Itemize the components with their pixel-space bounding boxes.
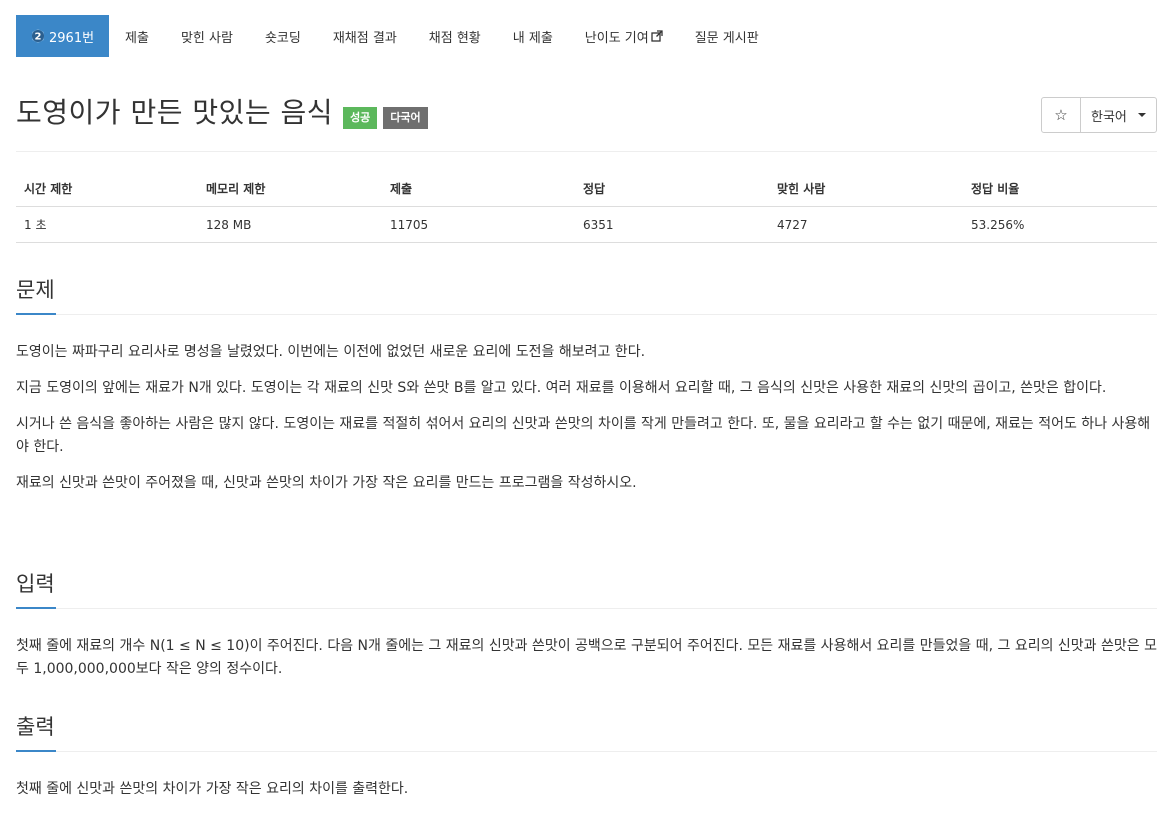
language-label: 한국어 <box>1091 109 1127 125</box>
section-divider <box>16 314 1157 315</box>
problem-action-buttons: ☆ 한국어 <box>1041 97 1157 133</box>
output-section: 출력 첫째 줄에 신맛과 쓴맛의 차이가 가장 작은 요리의 차이를 출력한다. <box>16 712 1157 801</box>
section-divider <box>16 751 1157 752</box>
multilingual-badge: 다국어 <box>383 107 428 129</box>
section-accent-underline <box>16 607 56 609</box>
section-title: 문제 <box>16 278 55 302</box>
solved-status-badge: 성공 <box>343 107 378 129</box>
problem-page: 2 2961번 제출 맞힌 사람 숏코딩 재채점 결과 채점 현황 내 제출 난… <box>0 0 1173 813</box>
problem-description-section: 문제 도영이는 짜파구리 요리사로 명성을 날렸었다. 이번에는 이전에 없었던… <box>16 275 1157 495</box>
input-section: 입력 첫째 줄에 재료의 개수 N(1 ≤ N ≤ 10)이 주어진다. 다음 … <box>16 569 1157 681</box>
memory-limit-value: 128 MB <box>198 206 382 243</box>
description-paragraph: 도영이는 짜파구리 요리사로 명성을 날렸었다. 이번에는 이전에 없었던 새로… <box>16 344 646 360</box>
solvers-value: 4727 <box>769 206 963 243</box>
problem-title-row: 도영이가 만든 맛있는 음식 성공 다국어 <box>16 93 428 133</box>
memory-limit-header: 메모리 제한 <box>198 170 382 207</box>
submissions-value: 11705 <box>382 206 575 243</box>
time-limit-value: 1 초 <box>16 206 198 243</box>
solvers-header: 맞힌 사람 <box>769 170 963 207</box>
problem-nav-tabs: 2 2961번 제출 맞힌 사람 숏코딩 재채점 결과 채점 현황 내 제출 난… <box>16 15 775 57</box>
section-accent-underline <box>16 313 56 315</box>
accept-ratio-value: 53.256% <box>963 206 1157 243</box>
accept-ratio-header: 정답 비율 <box>963 170 1157 207</box>
section-header: 출력 <box>16 712 1157 752</box>
description-paragraph: 시거나 쓴 음식을 좋아하는 사람은 많지 않다. 도영이는 재료를 적절히 섞… <box>16 416 1151 455</box>
external-link-icon <box>651 30 663 42</box>
svg-text:2: 2 <box>35 32 42 43</box>
accepted-value: 6351 <box>575 206 769 243</box>
caret-down-icon <box>1138 113 1146 117</box>
description-paragraph: 재료의 신맛과 쓴맛이 주어졌을 때, 신맛과 쓴맛의 차이가 가장 작은 요리… <box>16 475 637 491</box>
tab-question-board[interactable]: 질문 게시판 <box>679 15 775 57</box>
tab-label: 2961번 <box>49 30 95 46</box>
tab-short-coding[interactable]: 숏코딩 <box>249 15 317 57</box>
tab-problem[interactable]: 2 2961번 <box>16 15 110 57</box>
accepted-header: 정답 <box>575 170 769 207</box>
description-paragraph: 지금 도영이의 앞에는 재료가 N개 있다. 도영이는 각 재료의 신맛 S와 … <box>16 380 1107 396</box>
tab-submit[interactable]: 제출 <box>109 15 165 57</box>
tab-solvers[interactable]: 맞힌 사람 <box>165 15 249 57</box>
tab-my-submissions[interactable]: 내 제출 <box>497 15 569 57</box>
section-accent-underline <box>16 750 56 752</box>
favorite-star-button[interactable]: ☆ <box>1042 98 1081 132</box>
table-header-row: 시간 제한 메모리 제한 제출 정답 맞힌 사람 정답 비율 <box>16 170 1157 207</box>
problem-title: 도영이가 만든 맛있는 음식 <box>16 96 334 129</box>
title-divider <box>16 151 1157 152</box>
section-title: 출력 <box>16 715 55 739</box>
tab-difficulty-contribution[interactable]: 난이도 기여 <box>569 15 679 57</box>
section-header: 입력 <box>16 569 1157 609</box>
tab-rejudge-results[interactable]: 재채점 결과 <box>317 15 413 57</box>
input-paragraph: 첫째 줄에 재료의 개수 N(1 ≤ N ≤ 10)이 주어진다. 다음 N개 … <box>16 638 1157 677</box>
tier-badge-icon: 2 <box>30 28 46 44</box>
submissions-header: 제출 <box>382 170 575 207</box>
time-limit-header: 시간 제한 <box>16 170 198 207</box>
language-dropdown[interactable]: 한국어 <box>1081 98 1156 132</box>
table-row: 1 초 128 MB 11705 6351 4727 53.256% <box>16 206 1157 243</box>
output-paragraph: 첫째 줄에 신맛과 쓴맛의 차이가 가장 작은 요리의 차이를 출력한다. <box>16 781 409 797</box>
section-divider <box>16 608 1157 609</box>
star-icon: ☆ <box>1054 106 1068 124</box>
section-header: 문제 <box>16 275 1157 315</box>
tab-judge-status[interactable]: 채점 현황 <box>413 15 497 57</box>
section-title: 입력 <box>16 572 55 596</box>
problem-info-table: 시간 제한 메모리 제한 제출 정답 맞힌 사람 정답 비율 1 초 128 M… <box>16 170 1157 243</box>
